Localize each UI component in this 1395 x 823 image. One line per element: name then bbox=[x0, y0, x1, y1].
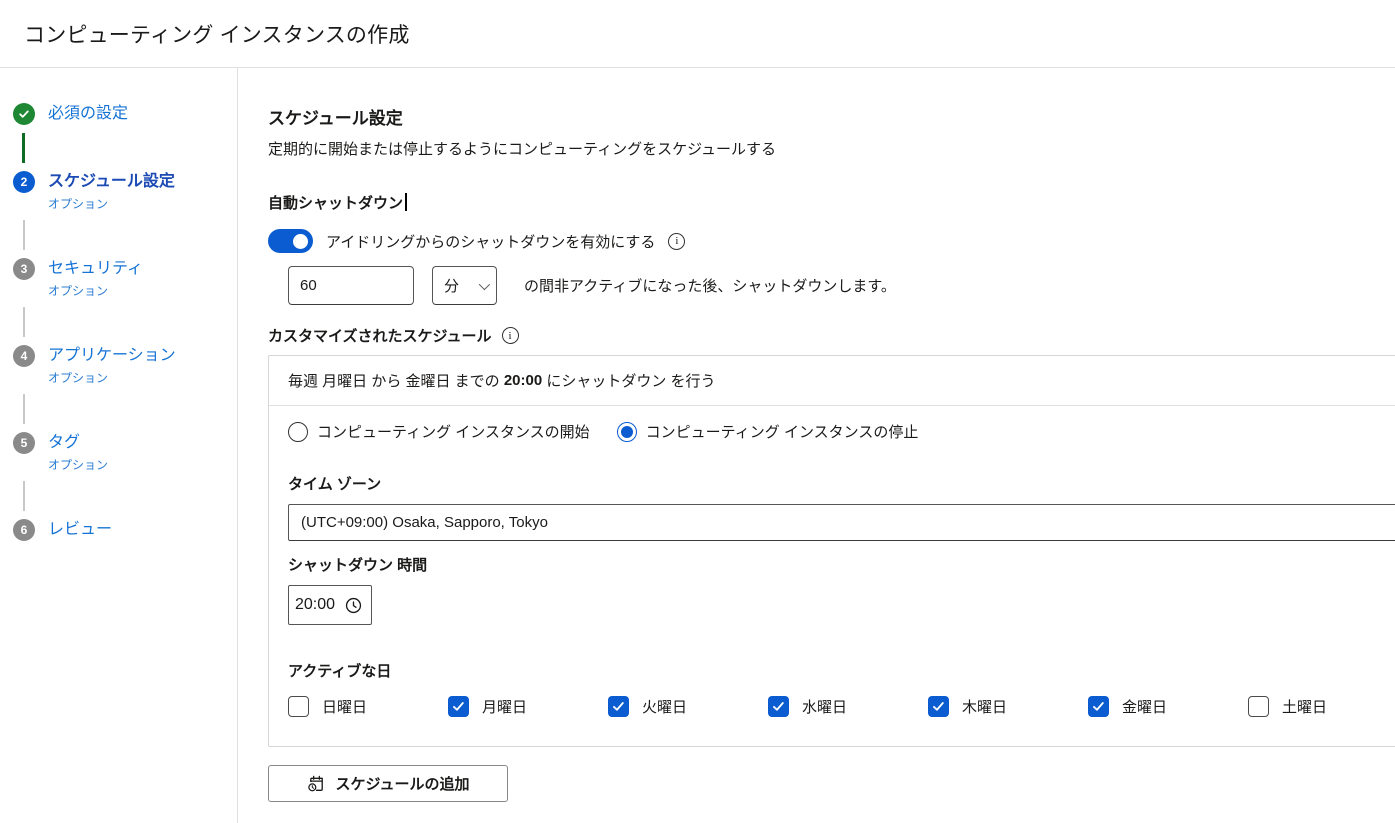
calendar-clock-icon bbox=[307, 774, 326, 793]
schedule-summary-time: 20:00 bbox=[504, 372, 542, 389]
day-checkbox-thursday[interactable]: 木曜日 bbox=[928, 696, 1088, 717]
checkbox-icon bbox=[928, 696, 949, 717]
step-number-badge: 5 bbox=[13, 432, 35, 454]
step-optional-label: オプション bbox=[48, 369, 176, 386]
checkbox-icon bbox=[1088, 696, 1109, 717]
step-label[interactable]: タグ bbox=[48, 433, 108, 453]
step-connector bbox=[23, 220, 25, 250]
checkbox-icon bbox=[1248, 696, 1269, 717]
custom-schedule-heading: カスタマイズされたスケジュール bbox=[268, 325, 492, 346]
dialog-header: コンピューティング インスタンスの作成 bbox=[0, 0, 1395, 68]
step-number-badge: 4 bbox=[13, 345, 35, 367]
idle-unit-dropdown[interactable]: 分 bbox=[432, 266, 497, 305]
day-checkbox-saturday[interactable]: 土曜日 bbox=[1248, 696, 1395, 717]
auto-shutdown-heading: 自動シャットダウン bbox=[268, 192, 1395, 213]
step-label[interactable]: レビュー bbox=[48, 520, 112, 540]
radio-stop-label: コンピューティング インスタンスの停止 bbox=[646, 421, 919, 442]
page-title: コンピューティング インスタンスの作成 bbox=[24, 19, 410, 49]
step-optional-label: オプション bbox=[48, 195, 175, 212]
day-checkbox-tuesday[interactable]: 火曜日 bbox=[608, 696, 768, 717]
info-icon[interactable] bbox=[502, 327, 519, 344]
step-security[interactable]: 3 セキュリティ オプション bbox=[13, 258, 237, 299]
day-label: 水曜日 bbox=[802, 696, 847, 717]
step-connector bbox=[23, 481, 25, 511]
step-connector bbox=[22, 133, 25, 163]
step-number-badge: 2 bbox=[13, 171, 35, 193]
info-icon[interactable] bbox=[668, 233, 685, 250]
idle-suffix-text: の間非アクティブになった後、シャットダウンします。 bbox=[524, 275, 896, 296]
check-circle-icon bbox=[13, 103, 35, 125]
step-schedule-settings[interactable]: 2 スケジュール設定 オプション bbox=[13, 171, 237, 212]
step-label[interactable]: スケジュール設定 bbox=[48, 172, 175, 192]
step-optional-label: オプション bbox=[48, 282, 143, 299]
active-days-group: 日曜日 月曜日 火曜日 水曜日 bbox=[288, 696, 1395, 717]
toggle-knob bbox=[293, 234, 308, 249]
day-label: 金曜日 bbox=[1122, 696, 1167, 717]
radio-icon bbox=[288, 422, 308, 442]
section-title: スケジュール設定 bbox=[268, 104, 1395, 129]
idle-unit-selected: 分 bbox=[444, 275, 459, 296]
checkbox-icon bbox=[288, 696, 309, 717]
day-label: 土曜日 bbox=[1282, 696, 1327, 717]
shutdown-time-label: シャットダウン 時間 bbox=[288, 554, 1395, 575]
checkbox-icon bbox=[608, 696, 629, 717]
day-checkbox-wednesday[interactable]: 水曜日 bbox=[768, 696, 928, 717]
step-required-settings[interactable]: 必須の設定 bbox=[13, 103, 237, 125]
timezone-label: タイム ゾーン bbox=[288, 473, 1395, 494]
section-description: 定期的に開始または停止するようにコンピューティングをスケジュールする bbox=[268, 138, 1395, 159]
step-connector bbox=[23, 307, 25, 337]
text-cursor bbox=[405, 193, 407, 211]
action-radio-group: コンピューティング インスタンスの開始 コンピューティング インスタンスの停止 bbox=[288, 421, 1395, 442]
add-schedule-button[interactable]: スケジュールの追加 bbox=[268, 765, 508, 802]
step-review[interactable]: 6 レビュー bbox=[13, 519, 237, 541]
step-number-badge: 3 bbox=[13, 258, 35, 280]
idle-minutes-input[interactable] bbox=[288, 266, 414, 305]
day-checkbox-sunday[interactable]: 日曜日 bbox=[288, 696, 448, 717]
active-days-label: アクティブな日 bbox=[288, 660, 1395, 681]
shutdown-time-input[interactable]: 20:00 bbox=[288, 585, 372, 625]
wizard-stepper: 必須の設定 2 スケジュール設定 オプション 3 セキュリティ オプション 4 … bbox=[0, 68, 238, 823]
radio-start-instance[interactable]: コンピューティング インスタンスの開始 bbox=[288, 421, 590, 442]
radio-icon bbox=[617, 422, 637, 442]
schedule-settings-panel: スケジュール設定 定期的に開始または停止するようにコンピューティングをスケジュー… bbox=[238, 68, 1395, 823]
day-label: 月曜日 bbox=[482, 696, 527, 717]
timezone-input[interactable] bbox=[288, 504, 1395, 541]
schedule-card: 毎週 月曜日 から 金曜日 までの 20:00 にシャットダウン を行う コンピ… bbox=[268, 355, 1395, 747]
radio-start-label: コンピューティング インスタンスの開始 bbox=[317, 421, 590, 442]
day-label: 木曜日 bbox=[962, 696, 1007, 717]
checkbox-icon bbox=[768, 696, 789, 717]
radio-stop-instance[interactable]: コンピューティング インスタンスの停止 bbox=[617, 421, 919, 442]
day-checkbox-monday[interactable]: 月曜日 bbox=[448, 696, 608, 717]
add-schedule-label: スケジュールの追加 bbox=[336, 773, 470, 794]
day-checkbox-friday[interactable]: 金曜日 bbox=[1088, 696, 1248, 717]
day-label: 火曜日 bbox=[642, 696, 687, 717]
idle-shutdown-toggle[interactable] bbox=[268, 229, 313, 253]
day-label: 日曜日 bbox=[322, 696, 367, 717]
step-label[interactable]: 必須の設定 bbox=[48, 104, 128, 124]
idle-shutdown-toggle-label: アイドリングからのシャットダウンを有効にする bbox=[326, 231, 655, 252]
step-number-badge: 6 bbox=[13, 519, 35, 541]
step-tags[interactable]: 5 タグ オプション bbox=[13, 432, 237, 473]
step-application[interactable]: 4 アプリケーション オプション bbox=[13, 345, 237, 386]
step-optional-label: オプション bbox=[48, 456, 108, 473]
schedule-summary: 毎週 月曜日 から 金曜日 までの 20:00 にシャットダウン を行う bbox=[269, 356, 1395, 406]
chevron-down-icon bbox=[479, 278, 490, 289]
step-connector bbox=[23, 394, 25, 424]
shutdown-time-value: 20:00 bbox=[295, 596, 335, 614]
step-label[interactable]: アプリケーション bbox=[48, 346, 176, 366]
step-label[interactable]: セキュリティ bbox=[48, 259, 143, 279]
checkbox-icon bbox=[448, 696, 469, 717]
clock-icon bbox=[344, 596, 363, 615]
